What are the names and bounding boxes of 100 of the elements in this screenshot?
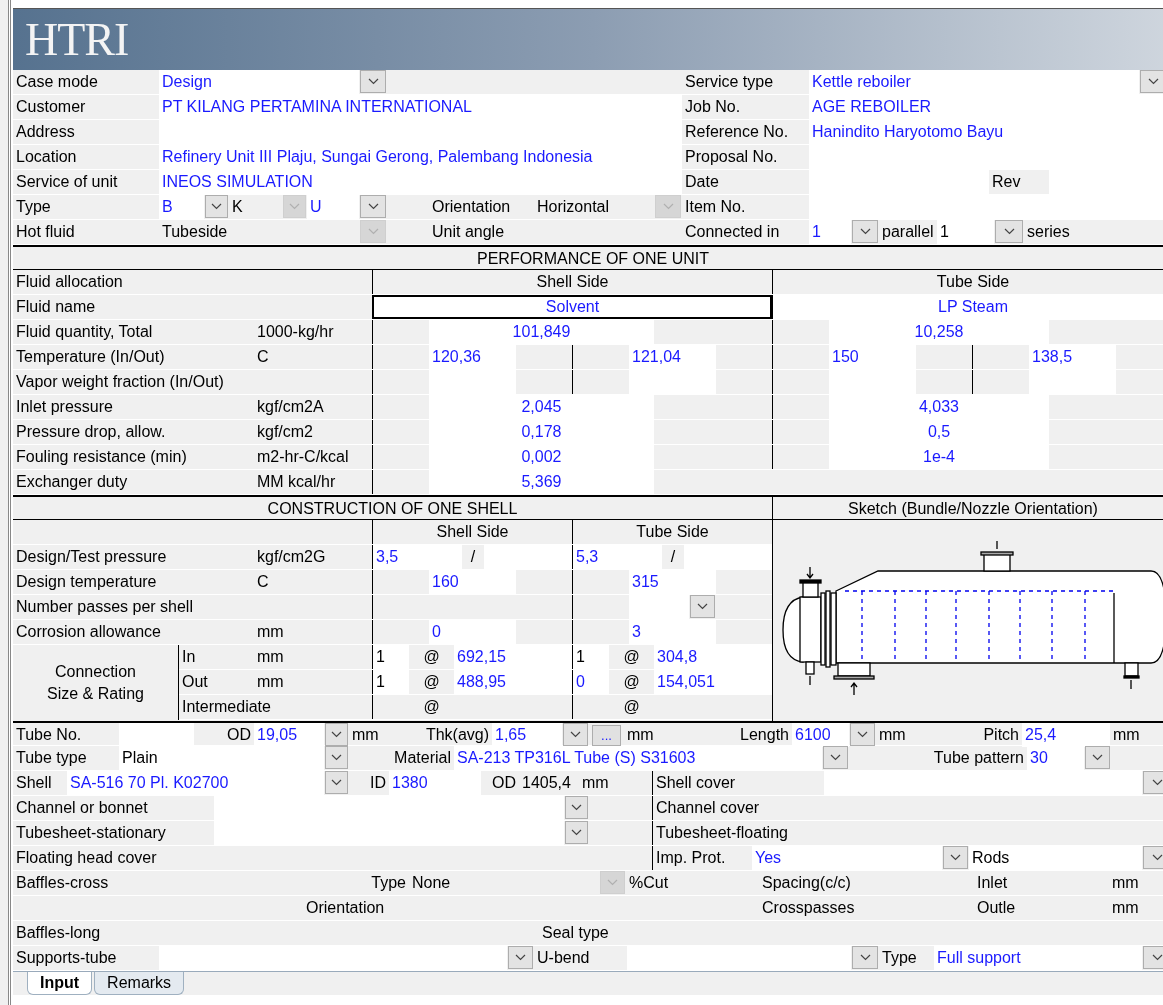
field-label: Material <box>393 748 452 768</box>
input-field[interactable]: 5,369 <box>429 470 654 494</box>
section-heading: Shell Side <box>372 270 772 294</box>
input-field[interactable]: 154,051 <box>654 670 772 694</box>
input-field[interactable]: LP Steam <box>772 295 1163 319</box>
input-field[interactable]: 121,04 <box>629 345 716 369</box>
input-field[interactable]: 1 <box>809 220 851 244</box>
tab[interactable]: Remarks <box>94 972 185 995</box>
input-field[interactable]: AGE REBOILER <box>809 95 1163 119</box>
input-field[interactable]: 30 <box>1027 746 1084 770</box>
input-field[interactable]: Kettle reboiler <box>809 70 1139 94</box>
chevron-down-icon <box>571 829 582 836</box>
unit-label: 1000-kg/hr <box>256 322 335 342</box>
field-label: @ <box>622 647 641 667</box>
dropdown-button[interactable] <box>995 220 1023 243</box>
logo: HTRI <box>25 16 129 63</box>
select-field[interactable]: 1 <box>372 670 409 694</box>
select-field[interactable]: 1 <box>572 645 609 669</box>
input-field[interactable] <box>824 771 1142 795</box>
dropdown-button[interactable] <box>943 846 968 869</box>
input-field[interactable]: 1380 <box>389 771 481 795</box>
input-field[interactable]: 304,8 <box>654 645 772 669</box>
input-field[interactable]: 25,4 <box>1022 723 1110 747</box>
input-field[interactable] <box>809 195 1163 219</box>
input-field[interactable] <box>684 545 772 569</box>
input-field[interactable]: 0,178 <box>429 420 654 444</box>
input-field[interactable]: 0,5 <box>829 420 1049 444</box>
field-label: Case mode <box>15 72 99 92</box>
input-field[interactable] <box>159 946 507 970</box>
unit-label: MM kcal/hr <box>256 472 337 492</box>
dropdown-button[interactable] <box>563 723 588 746</box>
input-field[interactable]: 2,045 <box>429 395 654 419</box>
dropdown-button[interactable] <box>850 723 875 746</box>
input-field[interactable]: U <box>307 195 359 219</box>
input-field[interactable]: 160 <box>429 570 516 594</box>
input-field[interactable]: Hanindito Haryotomo Bayu <box>809 120 1163 144</box>
field-label: Date <box>684 172 720 192</box>
input-field[interactable]: 150 <box>829 345 916 369</box>
input-field[interactable]: PT KILANG PERTAMINA INTERNATIONAL <box>159 95 682 119</box>
dropdown-button[interactable] <box>205 195 228 218</box>
input-field[interactable]: Refinery Unit III Plaju, Sungai Gerong, Palembang Indonesia <box>159 145 682 169</box>
input-field[interactable]: SA-213 TP316L Tube (S) S31603 <box>454 746 822 770</box>
input-field[interactable]: 0 <box>429 620 516 644</box>
dropdown-button[interactable] <box>852 220 878 243</box>
select-field[interactable]: Plain <box>119 746 324 770</box>
input-field[interactable]: 3 <box>629 620 716 644</box>
input-field[interactable] <box>484 545 572 569</box>
input-field[interactable]: 5,3 <box>572 545 662 569</box>
input-field[interactable]: Yes <box>752 846 942 870</box>
field-label: @ <box>622 697 641 717</box>
input-field[interactable] <box>627 946 851 970</box>
input-field[interactable]: 101,849 <box>429 320 654 344</box>
input-field[interactable]: Solvent <box>372 295 772 319</box>
field-label: Seal type <box>541 923 610 943</box>
input-field[interactable]: Full support <box>934 946 1142 970</box>
input-field[interactable]: 120,36 <box>429 345 516 369</box>
unit-label: mm <box>256 622 285 642</box>
input-field[interactable]: 0,002 <box>429 445 654 469</box>
input-field[interactable] <box>214 821 564 845</box>
input-field[interactable] <box>119 723 194 747</box>
input-field[interactable]: SA-516 70 Pl. K02700 <box>67 771 324 795</box>
input-field[interactable]: 1,65 <box>492 723 562 747</box>
input-field[interactable]: 4,033 <box>829 395 1049 419</box>
field-label: @ <box>622 672 641 692</box>
dropdown-button[interactable] <box>690 595 715 618</box>
field-label: Temperature (In/Out) <box>15 347 166 367</box>
dropdown-button[interactable] <box>565 796 588 819</box>
tab[interactable]: Input <box>27 972 93 995</box>
dropdown-button[interactable] <box>360 195 386 218</box>
input-field[interactable]: 1e-4 <box>829 445 1049 469</box>
select-field[interactable]: Rods <box>969 846 1142 870</box>
select-field[interactable]: 1 <box>937 220 994 244</box>
input-field[interactable]: B <box>159 195 204 219</box>
input-field[interactable]: 6100 <box>792 723 849 747</box>
field-label: Fluid name <box>15 297 97 317</box>
input-field[interactable]: 315 <box>629 570 716 594</box>
input-field[interactable]: 3,5 <box>372 545 462 569</box>
dropdown-button[interactable] <box>1085 746 1110 769</box>
field-label: Out <box>181 672 209 692</box>
input-field[interactable]: 488,95 <box>454 670 572 694</box>
field-label: Fluid quantity, Total <box>15 322 154 342</box>
input-field[interactable]: INEOS SIMULATION <box>159 170 682 194</box>
input-field[interactable]: 138,5 <box>1029 345 1116 369</box>
input-field[interactable]: 692,15 <box>454 645 572 669</box>
dropdown-button[interactable] <box>1140 70 1163 93</box>
dropdown-button[interactable] <box>823 746 848 769</box>
input-field[interactable]: Design <box>159 70 359 94</box>
more-button[interactable]: ... <box>592 725 621 746</box>
dropdown-button[interactable] <box>852 946 878 969</box>
input-field[interactable]: 10,258 <box>829 320 1049 344</box>
dropdown-button[interactable] <box>325 746 348 769</box>
select-field[interactable]: 1 <box>372 645 409 669</box>
dropdown-button[interactable] <box>325 723 348 746</box>
input-field[interactable]: 19,05 <box>254 723 324 747</box>
dropdown-button[interactable] <box>325 771 348 794</box>
chevron-down-icon <box>1152 854 1163 861</box>
dropdown-button[interactable] <box>508 946 533 969</box>
dropdown-button[interactable] <box>360 70 386 93</box>
input-field[interactable]: 0 <box>572 670 609 694</box>
dropdown-button[interactable] <box>565 821 588 844</box>
